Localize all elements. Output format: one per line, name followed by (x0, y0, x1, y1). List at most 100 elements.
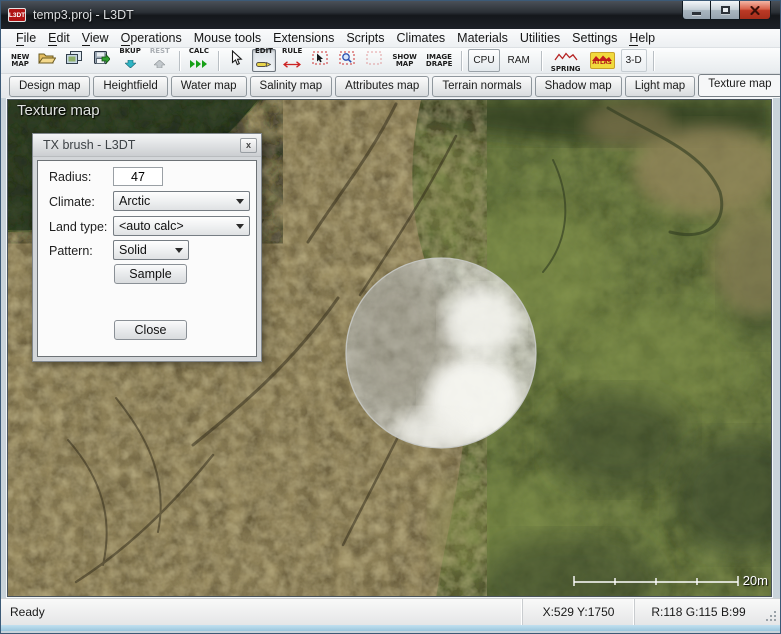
toolbar-separator (541, 51, 542, 71)
menu-extensions[interactable]: Extensions (267, 30, 340, 46)
climate-label: Climate: (49, 195, 95, 209)
chevron-down-icon (236, 224, 244, 229)
menu-scripts[interactable]: Scripts (340, 30, 390, 46)
open-project-button[interactable] (35, 49, 59, 72)
3d-view-button[interactable]: 3-D (621, 49, 647, 72)
scale-bar: 20m (573, 573, 768, 588)
edit-tool-button[interactable]: EDIT (252, 49, 276, 72)
status-text: Ready (1, 605, 522, 619)
select-zoom-button[interactable] (335, 49, 359, 72)
calc-button[interactable]: CALC (186, 49, 212, 72)
ruler-tool-button[interactable]: RULE (279, 49, 305, 72)
cpu-button[interactable]: CPU (468, 49, 499, 72)
toolbar: NEWMAP BKUPREST CALC EDITRULE SHOWMAPIMAGEDR… (1, 48, 780, 74)
dialog-close-button[interactable]: x (240, 138, 257, 153)
menubar: FileEditViewOperationsMouse toolsExtensi… (1, 29, 780, 48)
image-drape-button[interactable]: IMAGEDRAPE (423, 49, 456, 72)
toolbar-separator (179, 51, 180, 71)
pattern-label: Pattern: (49, 244, 93, 258)
marquee-cursor-icon (312, 51, 328, 70)
restore-button: REST (147, 49, 173, 72)
tab-terrain-normals[interactable]: Terrain normals (432, 76, 531, 97)
statusbar: Ready X:529 Y:1750 R:118 G:115 B:99 (1, 598, 780, 625)
menu-help[interactable]: Help (623, 30, 661, 46)
tx-brush-dialog: TX brush - L3DT x Radius: Climate: Arcti… (32, 133, 262, 362)
tab-water-map[interactable]: Water map (171, 76, 247, 97)
maximize-icon (721, 6, 730, 14)
app-window: L3DT temp3.proj - L3DT FileEditViewOpera… (0, 0, 781, 634)
minimize-icon (692, 12, 701, 15)
toolbar-separator (461, 51, 462, 71)
radius-label: Radius: (49, 170, 91, 184)
cursor-icon (230, 50, 243, 71)
tab-light-map[interactable]: Light map (625, 76, 696, 97)
cursor-position: X:529 Y:1750 (522, 599, 634, 625)
toolbar-separator (653, 51, 654, 71)
new-map-button[interactable]: NEWMAP (8, 49, 32, 72)
radius-input[interactable] (113, 167, 163, 186)
menu-view[interactable]: View (76, 30, 115, 46)
pixel-color-readout: R:118 G:115 B:99 (634, 599, 762, 625)
tab-attributes-map[interactable]: Attributes map (335, 76, 429, 97)
spring-graph-icon (554, 48, 578, 66)
map-viewport[interactable]: Texture map 20m TX brush - L3DT x (7, 99, 772, 597)
tab-salinity-map[interactable]: Salinity map (250, 76, 333, 97)
minimize-button[interactable] (682, 1, 711, 20)
menu-settings[interactable]: Settings (566, 30, 623, 46)
dialog-close-icon: x (246, 141, 251, 150)
tab-shadow-map[interactable]: Shadow map (535, 76, 622, 97)
window-title: temp3.proj - L3DT (33, 8, 134, 22)
menu-operations[interactable]: Operations (115, 30, 188, 46)
ruler-arrow-icon (283, 55, 301, 73)
titlebar: L3DT temp3.proj - L3DT (1, 1, 780, 29)
arrow-up-icon (154, 55, 165, 73)
tab-heightfield[interactable]: Heightfield (93, 76, 167, 97)
map-tabs: Design mapHeightfieldWater mapSalinity m… (1, 74, 780, 98)
save-disk-icon (93, 51, 110, 70)
land-type-label: Land type: (49, 220, 107, 234)
open-folder-icon (38, 51, 56, 70)
spring-button[interactable]: SPRING (548, 49, 584, 72)
resize-grip-icon (765, 610, 777, 622)
scale-bar-ruler (573, 574, 739, 588)
menu-mouse-tools[interactable]: Mouse tools (188, 30, 267, 46)
climate-select[interactable]: Arctic (113, 191, 250, 211)
tx-brush-dialog-titlebar[interactable]: TX brush - L3DT x (33, 134, 261, 157)
triple-arrow-icon (190, 55, 207, 73)
resize-grip[interactable] (762, 599, 780, 625)
ram-button[interactable]: RAM (503, 49, 535, 72)
marker-pen-icon (256, 55, 271, 73)
atlas-button[interactable]: ATLAS (587, 49, 618, 72)
app-logo-icon: L3DT (8, 8, 26, 22)
toolbar-separator (218, 51, 219, 71)
import-save-button[interactable] (89, 49, 113, 72)
land-type-select[interactable]: <auto calc> (113, 216, 250, 236)
show-map-button[interactable]: SHOWMAP (389, 49, 420, 72)
menu-file[interactable]: File (10, 30, 42, 46)
chevron-down-icon (236, 199, 244, 204)
close-icon (750, 6, 760, 15)
backup-button[interactable]: BKUP (116, 49, 143, 72)
maximize-button[interactable] (711, 1, 739, 20)
pointer-tool-button[interactable] (225, 49, 249, 72)
dialog-close-action-button[interactable]: Close (114, 320, 187, 340)
map-overlay-title: Texture map (17, 102, 100, 119)
tab-design-map[interactable]: Design map (9, 76, 90, 97)
window-frame-bottom (1, 625, 780, 631)
menu-edit[interactable]: Edit (42, 30, 76, 46)
layers-icon (66, 51, 82, 70)
tx-brush-dialog-body: Radius: Climate: Arctic Land type: <auto… (37, 160, 257, 357)
atlas-mountain-icon: ATLAS (590, 52, 615, 69)
copy-maps-button[interactable] (62, 49, 86, 72)
close-button[interactable] (739, 1, 771, 20)
scale-bar-label: 20m (743, 573, 768, 588)
marquee-zoom-icon (339, 51, 355, 70)
menu-utilities[interactable]: Utilities (514, 30, 566, 46)
tx-brush-dialog-title: TX brush - L3DT (43, 138, 240, 152)
tab-texture-map[interactable]: Texture map (698, 74, 781, 97)
select-edit-button[interactable] (308, 49, 332, 72)
pattern-select[interactable]: Solid (113, 240, 189, 260)
menu-climates[interactable]: Climates (391, 30, 452, 46)
sample-button[interactable]: Sample (114, 264, 187, 284)
menu-materials[interactable]: Materials (451, 30, 514, 46)
